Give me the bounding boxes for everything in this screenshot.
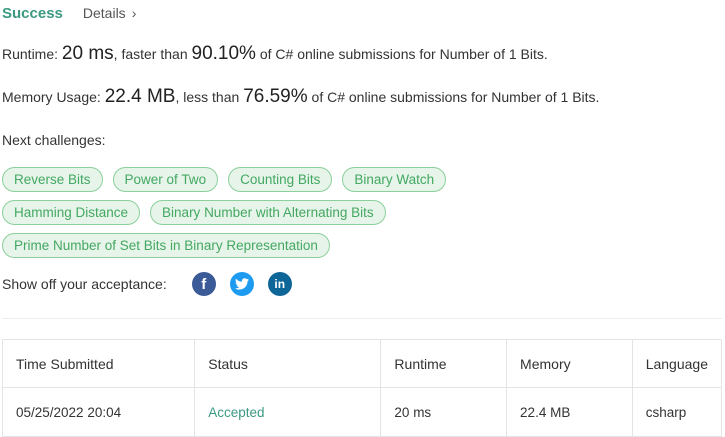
challenges-row-3: Prime Number of Set Bits in Binary Repre…	[2, 233, 330, 258]
next-challenges-label: Next challenges:	[2, 132, 106, 148]
header-time-submitted: Time Submitted	[1, 339, 196, 388]
cell-memory: 22.4 MB	[506, 387, 633, 437]
header-runtime: Runtime	[380, 339, 508, 388]
chevron-right-icon: ›	[131, 5, 137, 21]
section-divider	[2, 318, 722, 319]
header-language: Language	[631, 339, 723, 388]
challenge-binary-watch[interactable]: Binary Watch	[342, 167, 447, 192]
challenge-binary-number-alternating-bits[interactable]: Binary Number with Alternating Bits	[150, 200, 386, 225]
header-status: Status	[194, 339, 382, 388]
submissions-table: Time Submitted Status Runtime Memory Lan…	[1, 339, 723, 437]
challenge-counting-bits[interactable]: Counting Bits	[228, 167, 333, 192]
challenge-hamming-distance[interactable]: Hamming Distance	[2, 200, 141, 225]
table-header-row: Time Submitted Status Runtime Memory Lan…	[1, 339, 723, 388]
linkedin-icon[interactable]: in	[267, 272, 292, 296]
memory-comparison: , less than	[175, 89, 240, 105]
table-row: 05/25/2022 20:04 Accepted 20 ms 22.4 MB …	[1, 387, 723, 437]
challenges-row-2: Hamming Distance Binary Number with Alte…	[2, 200, 386, 225]
twitter-bird-glyph	[234, 278, 249, 290]
details-link[interactable]: Details ›	[83, 5, 136, 21]
runtime-label: Runtime:	[2, 46, 59, 62]
runtime-suffix: of C# online submissions for Number of 1…	[259, 46, 548, 62]
cell-time-submitted: 05/25/2022 20:04	[1, 387, 196, 437]
challenge-power-of-two[interactable]: Power of Two	[112, 167, 219, 192]
challenge-prime-number-set-bits[interactable]: Prime Number of Set Bits in Binary Repre…	[2, 233, 330, 258]
runtime-comparison: , faster than	[113, 46, 188, 62]
memory-percent: 76.59%	[243, 86, 308, 107]
memory-value: 22.4 MB	[104, 86, 176, 107]
memory-line: Memory Usage: 22.4 MB, less than 76.59% …	[2, 86, 599, 108]
twitter-icon[interactable]	[229, 272, 254, 296]
cell-language: csharp	[631, 387, 723, 437]
challenges-row-1: Reverse Bits Power of Two Counting Bits …	[2, 167, 447, 192]
challenge-reverse-bits[interactable]: Reverse Bits	[2, 167, 103, 192]
runtime-line: Runtime: 20 ms, faster than 90.10% of C#…	[2, 43, 548, 65]
header-memory: Memory	[506, 339, 633, 388]
runtime-percent: 90.10%	[191, 43, 256, 64]
status-title: Success	[2, 4, 63, 22]
cell-runtime: 20 ms	[380, 387, 508, 437]
memory-suffix: of C# online submissions for Number of 1…	[311, 89, 600, 105]
details-label: Details	[82, 5, 126, 21]
share-row: Show off your acceptance: f in	[2, 272, 292, 296]
runtime-value: 20 ms	[61, 43, 114, 64]
result-header: Success Details ›	[2, 4, 136, 22]
share-label: Show off your acceptance:	[2, 276, 167, 292]
memory-label: Memory Usage:	[2, 89, 101, 105]
facebook-icon[interactable]: f	[191, 272, 216, 296]
cell-status-link[interactable]: Accepted	[194, 387, 382, 437]
